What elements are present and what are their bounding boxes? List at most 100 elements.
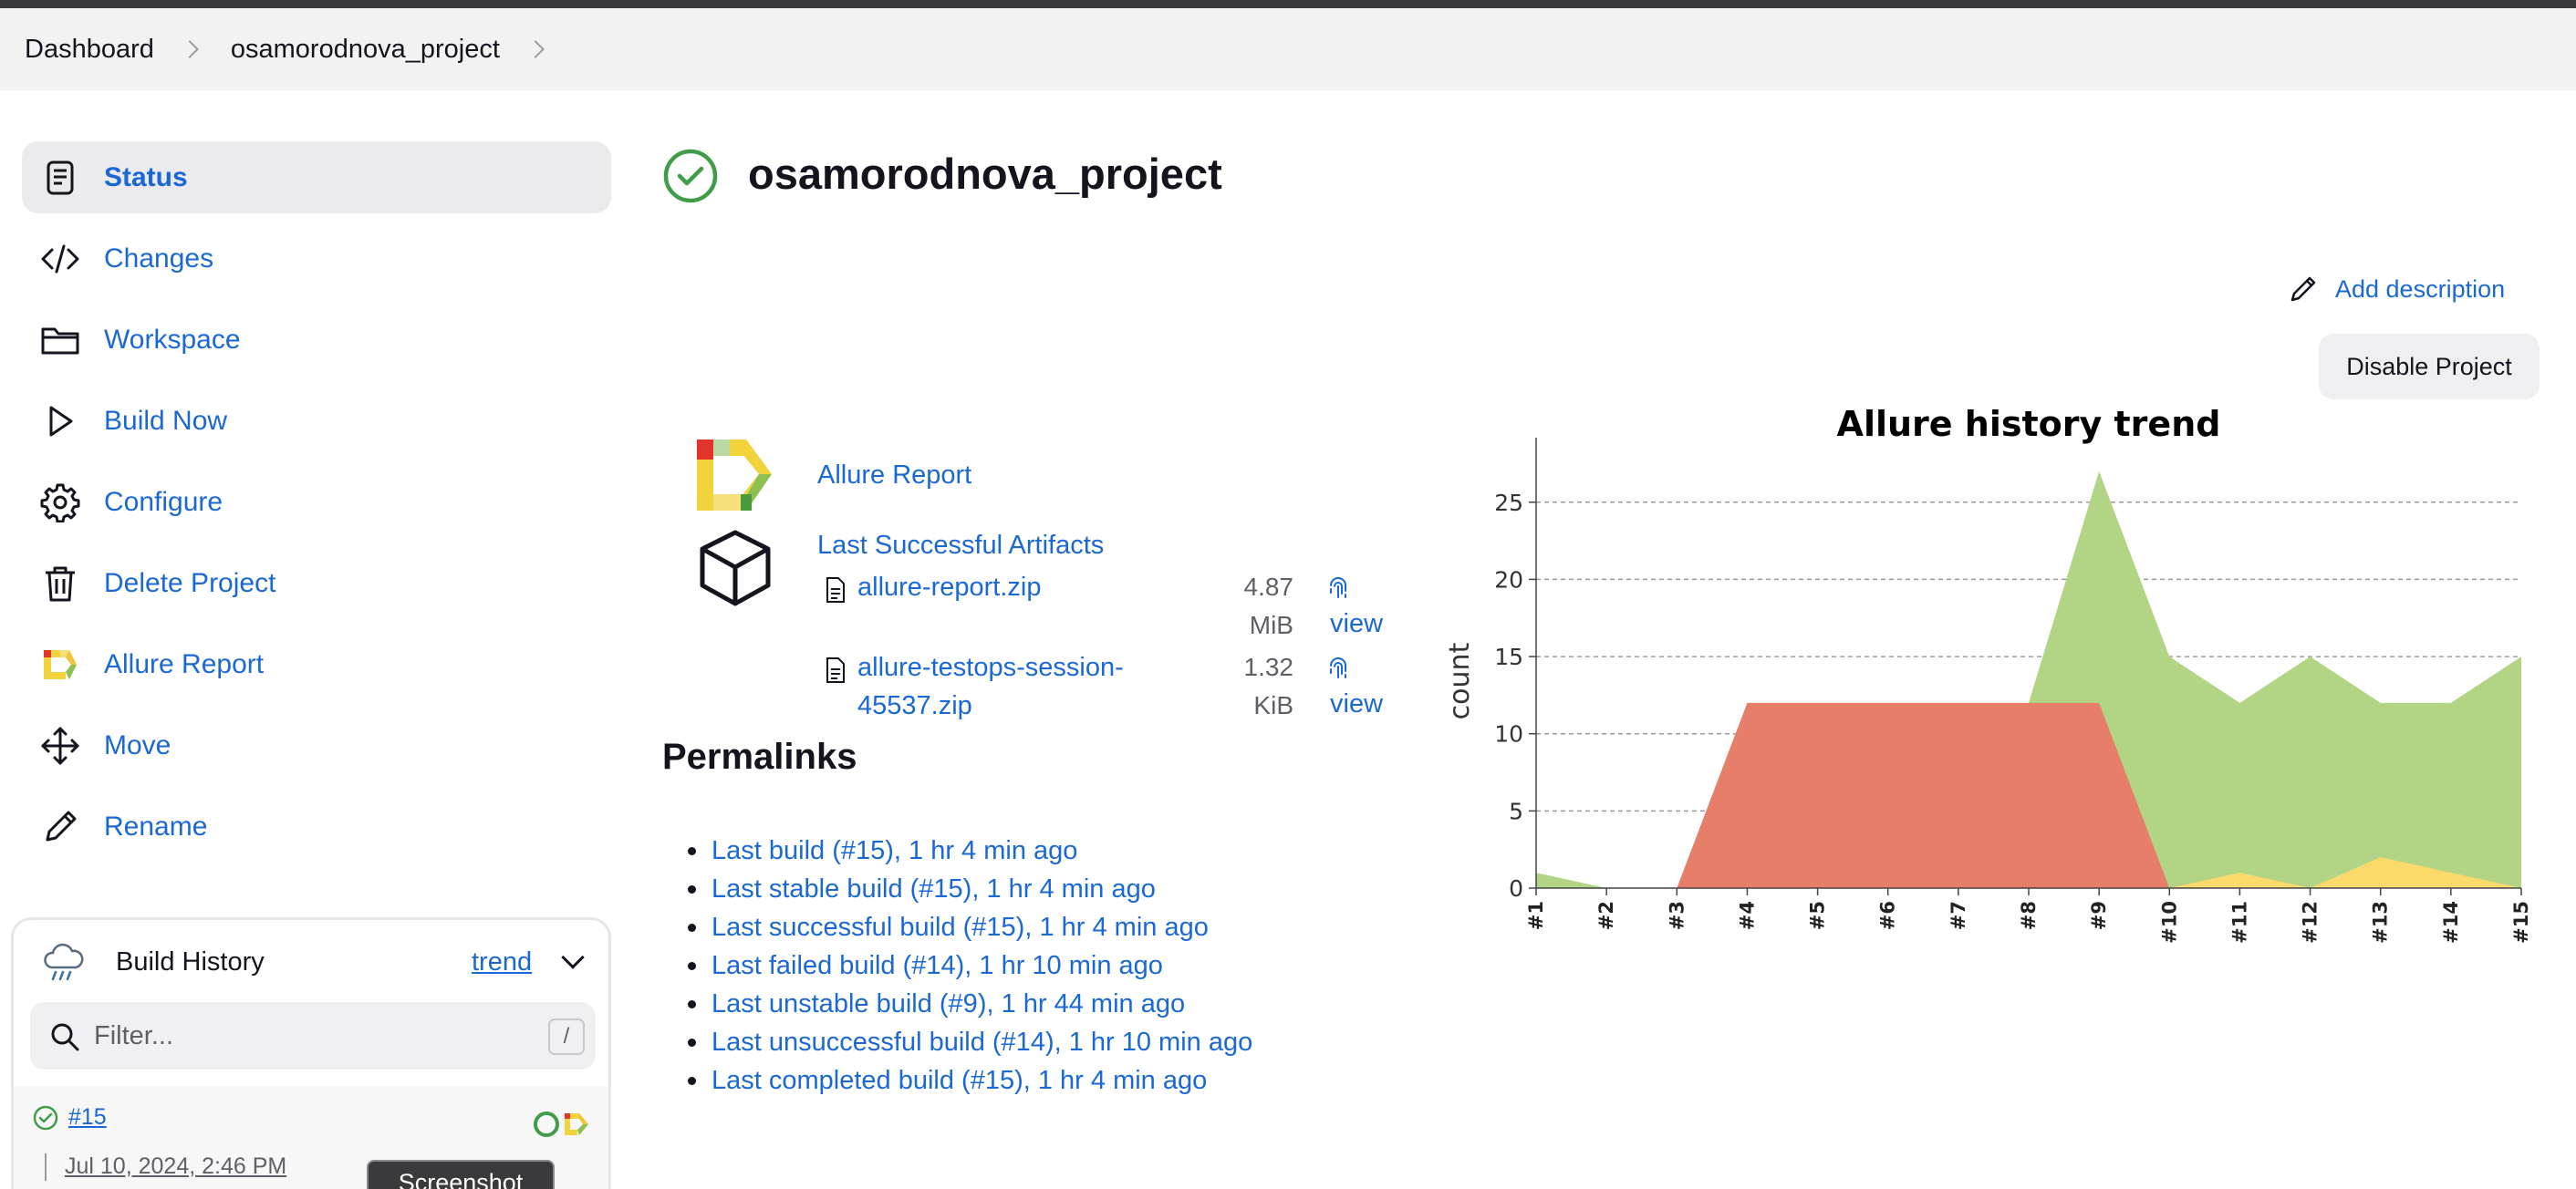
artifact-size: 1.32 (1243, 653, 1294, 681)
pencil-icon (40, 807, 80, 847)
sidebar-item-label: Move (104, 729, 171, 760)
permalink-last-unsuccessful-build[interactable]: Last unsuccessful build (#14), 1 hr 10 m… (712, 1028, 1252, 1057)
last-successful-artifacts-link[interactable]: Last Successful Artifacts (817, 531, 1104, 561)
pencil-icon (2290, 276, 2316, 302)
keyboard-shortcut-badge: / (548, 1018, 585, 1055)
allure-icon (40, 645, 80, 685)
permalink-last-build[interactable]: Last build (#15), 1 hr 4 min ago (712, 836, 1077, 865)
weather-rain-icon (41, 940, 87, 986)
artifact-size: 4.87 (1243, 573, 1294, 601)
permalink-last-failed-build[interactable]: Last failed build (#14), 1 hr 10 min ago (712, 951, 1163, 980)
allure-history-trend-chart[interactable]: Allure history trend 0 5 10 15 20 25 #1 #2 #3 #4 #5… (1441, 392, 2536, 957)
x-tick-label: #6 (1877, 901, 1899, 930)
sidebar: Status Changes Workspace Build Now Confi… (22, 141, 611, 872)
build-filter: / (30, 1002, 596, 1070)
permalink-item: Last completed build (#15), 1 hr 4 min a… (687, 1061, 1252, 1100)
document-icon (40, 158, 80, 198)
file-icon (825, 657, 847, 684)
folder-icon (40, 320, 80, 360)
chevron-down-icon[interactable] (561, 946, 585, 969)
artifact-link[interactable]: allure-testops-session- (857, 648, 1124, 687)
package-icon (697, 529, 774, 607)
permalink-last-completed-build[interactable]: Last completed build (#15), 1 hr 4 min a… (712, 1066, 1207, 1095)
y-tick-label: 25 (1494, 490, 1523, 516)
build-badges-icon[interactable] (532, 1108, 596, 1141)
permalink-item: Last build (#15), 1 hr 4 min ago (687, 832, 1252, 870)
x-tick-label: #11 (2228, 901, 2250, 944)
code-icon (40, 239, 80, 279)
sidebar-item-changes[interactable]: Changes (22, 222, 611, 295)
breadcrumb: Dashboard osamorodnova_project (0, 8, 2576, 90)
sidebar-item-label: Changes (104, 243, 214, 274)
fingerprint-icon[interactable] (1326, 655, 1350, 682)
artifact-size-unit: MiB (1249, 611, 1293, 639)
x-tick-label: #12 (2300, 901, 2322, 944)
file-icon (825, 576, 847, 604)
x-tick-label: #9 (2088, 901, 2110, 930)
permalink-last-stable-build[interactable]: Last stable build (#15), 1 hr 4 min ago (712, 874, 1156, 904)
y-tick-label: 20 (1494, 566, 1523, 593)
chevron-right-icon[interactable] (525, 40, 545, 58)
permalinks-heading: Permalinks (662, 737, 857, 777)
trend-link[interactable]: trend (472, 947, 532, 977)
breadcrumb-dashboard[interactable]: Dashboard (25, 35, 154, 65)
x-tick-label: #4 (1736, 901, 1758, 930)
sidebar-item-status[interactable]: Status (22, 141, 611, 213)
success-check-icon (662, 148, 719, 204)
build-date-link[interactable]: Jul 10, 2024, 2:46 PM (65, 1153, 286, 1180)
y-tick-label: 0 (1509, 875, 1523, 902)
build-number-link[interactable]: #15 (68, 1104, 107, 1131)
y-axis-label: count (1444, 642, 1476, 719)
search-icon (48, 1020, 81, 1053)
sidebar-item-allure-report[interactable]: Allure Report (22, 628, 611, 700)
chevron-right-icon (180, 40, 199, 58)
artifact-size-unit: KiB (1253, 691, 1293, 719)
permalink-item: Last successful build (#15), 1 hr 4 min … (687, 908, 1252, 946)
gear-icon (40, 482, 80, 523)
build-history-title: Build History (116, 947, 265, 977)
build-history-header: Build History trend (14, 920, 608, 1002)
filter-input[interactable] (94, 1015, 514, 1057)
x-tick-label: #14 (2440, 901, 2462, 944)
sidebar-item-configure[interactable]: Configure (22, 466, 611, 538)
permalinks-list: Last build (#15), 1 hr 4 min ago Last st… (687, 832, 1252, 1100)
timeline-divider (45, 1153, 47, 1181)
fingerprint-icon[interactable] (1326, 574, 1350, 602)
permalink-item: Last failed build (#14), 1 hr 10 min ago (687, 946, 1252, 985)
sidebar-item-delete-project[interactable]: Delete Project (22, 547, 611, 619)
view-artifact-link[interactable]: view (1330, 689, 1383, 719)
y-tick-label: 5 (1509, 798, 1523, 824)
permalink-last-successful-build[interactable]: Last successful build (#15), 1 hr 4 min … (712, 913, 1209, 942)
y-tick-label: 10 (1494, 721, 1523, 748)
sidebar-item-workspace[interactable]: Workspace (22, 304, 611, 376)
artifact-link[interactable]: allure-report.zip (857, 568, 1041, 606)
view-artifact-link[interactable]: view (1330, 609, 1383, 639)
breadcrumb-project[interactable]: osamorodnova_project (231, 35, 500, 65)
move-icon (40, 726, 80, 766)
sidebar-item-rename[interactable]: Rename (22, 791, 611, 863)
sidebar-item-build-now[interactable]: Build Now (22, 385, 611, 457)
allure-report-link[interactable]: Allure Report (817, 460, 971, 491)
top-bar (0, 0, 2576, 8)
x-tick-label: #10 (2158, 901, 2180, 944)
trash-icon (40, 563, 80, 604)
x-tick-label: #8 (2018, 901, 2040, 930)
sidebar-item-label: Build Now (104, 405, 228, 436)
sidebar-item-label: Delete Project (104, 567, 276, 598)
artifact-link-continued[interactable]: 45537.zip (857, 687, 972, 725)
permalink-last-unstable-build[interactable]: Last unstable build (#9), 1 hr 44 min ag… (712, 989, 1185, 1018)
sidebar-item-label: Workspace (104, 324, 241, 355)
sidebar-item-label: Configure (104, 486, 223, 517)
permalink-item: Last unsuccessful build (#14), 1 hr 10 m… (687, 1023, 1252, 1061)
screenshot-tooltip: Screenshot (367, 1160, 555, 1189)
sidebar-item-move[interactable]: Move (22, 709, 611, 781)
permalink-item: Last stable build (#15), 1 hr 4 min ago (687, 870, 1252, 908)
build-history-panel: Build History trend / #15 Jul 10, 2024, … (11, 917, 611, 1189)
x-tick-label: #13 (2370, 901, 2392, 944)
play-icon (40, 401, 80, 441)
sidebar-item-label: Status (104, 161, 188, 192)
disable-project-button[interactable]: Disable Project (2319, 334, 2540, 399)
add-description-button[interactable]: Add description (2288, 274, 2505, 305)
chart-title: Allure history trend (1837, 404, 2221, 444)
x-tick-label: #2 (1595, 901, 1617, 930)
